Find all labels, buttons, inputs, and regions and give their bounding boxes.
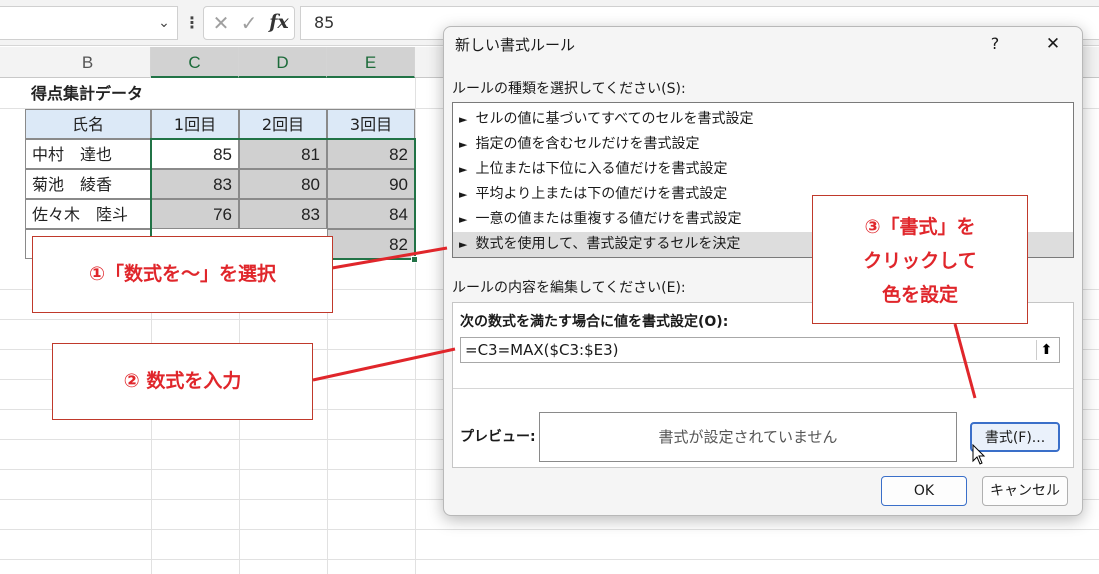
callout-step2: ② 数式を入力 xyxy=(52,343,313,420)
arrow-line-step1 xyxy=(331,246,448,270)
callout-step3-line3: 色を設定 xyxy=(881,284,958,306)
arrow-line-step3 xyxy=(953,323,977,399)
callout-step3-line1: ③「書式」を xyxy=(864,216,976,238)
callout-step3: ③「書式」を クリックして 色を設定 xyxy=(812,195,1028,324)
callout-step1: ①「数式を～」を選択 xyxy=(32,236,333,313)
callout-step3-line2: クリックして xyxy=(863,250,977,272)
arrow-line-step2 xyxy=(312,347,456,382)
